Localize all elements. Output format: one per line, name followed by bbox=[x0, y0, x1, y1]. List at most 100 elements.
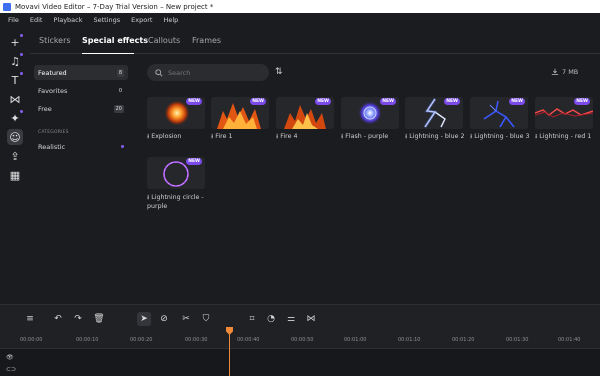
menu-edit[interactable]: Edit bbox=[30, 16, 43, 24]
window-title: Movavi Video Editor – 7-Day Trial Versio… bbox=[15, 2, 214, 11]
ruler-label: 00:01:00 bbox=[344, 337, 367, 343]
tab-stickers[interactable]: Stickers bbox=[39, 36, 71, 45]
effect-thumbnail-lightning-blue-3[interactable]: NEW bbox=[470, 97, 528, 129]
new-badge: NEW bbox=[186, 98, 202, 105]
track-settings-button[interactable]: ≡ bbox=[23, 312, 37, 326]
tool-rail: + ♫ T ⋈ ✦ ☺ ⇪ ▦ bbox=[0, 26, 30, 304]
effect-name: Lightning circle - purple bbox=[147, 194, 204, 210]
music-button[interactable]: ♫ bbox=[7, 53, 23, 69]
category-label: Free bbox=[38, 104, 52, 113]
effect-name: Fire 4 bbox=[280, 133, 298, 140]
category-free[interactable]: Free 20 bbox=[34, 101, 128, 116]
title-bar: Movavi Video Editor – 7-Day Trial Versio… bbox=[0, 0, 600, 13]
visibility-icon[interactable]: 👁 bbox=[6, 354, 14, 361]
redo-icon: ↷ bbox=[74, 314, 82, 324]
menu-file[interactable]: File bbox=[8, 16, 19, 24]
effect-thumbnail-fire-1[interactable]: NEW bbox=[211, 97, 269, 129]
tab-callouts[interactable]: Callouts bbox=[148, 36, 180, 45]
category-sidebar: Featured 8 Favorites 0 Free 20 CATEGORIE… bbox=[30, 54, 135, 304]
effect-name: Lightning - blue 2 bbox=[409, 133, 465, 140]
effect-label: ⭳ Flash - purple bbox=[341, 132, 403, 141]
cursor-icon: ➤ bbox=[140, 314, 148, 324]
search-input[interactable] bbox=[168, 68, 258, 77]
speed-button[interactable]: ◔ bbox=[264, 312, 278, 326]
category-favorites[interactable]: Favorites 0 bbox=[34, 83, 128, 98]
tab-special-effects[interactable]: Special effects bbox=[82, 36, 148, 45]
search-icon bbox=[155, 68, 163, 77]
sort-button[interactable]: ⇅ bbox=[275, 67, 283, 77]
redo-button[interactable]: ↷ bbox=[71, 312, 85, 326]
effect-name: Fire 1 bbox=[215, 133, 233, 140]
effect-thumbnail-lightning-blue-2[interactable]: NEW bbox=[405, 97, 463, 129]
track-area[interactable]: 👁 ⊂⊃ bbox=[0, 348, 600, 376]
effects-tabs: Stickers Special effects Callouts Frames bbox=[30, 26, 600, 54]
speed-icon: ◔ bbox=[267, 314, 275, 324]
category-featured[interactable]: Featured 8 bbox=[34, 65, 128, 80]
sort-icon: ⇅ bbox=[275, 67, 283, 77]
track-settings-icon: ≡ bbox=[26, 314, 34, 324]
effect-label: ⭳ Explosion bbox=[147, 132, 209, 141]
delete-button[interactable]: 🗑 bbox=[92, 312, 106, 326]
menu-settings[interactable]: Settings bbox=[94, 16, 121, 24]
split-button[interactable]: ✂ bbox=[179, 312, 193, 326]
marker-button[interactable]: ⛉ bbox=[199, 312, 213, 326]
ruler-label: 00:00:30 bbox=[185, 337, 208, 343]
select-tool-button[interactable]: ➤ bbox=[137, 312, 151, 326]
new-badge: NEW bbox=[380, 98, 396, 105]
scissors-icon: ✂ bbox=[182, 314, 190, 324]
more-tools-button[interactable]: ▦ bbox=[7, 167, 23, 183]
more-tools-icon: ▦ bbox=[9, 168, 21, 182]
menu-export[interactable]: Export bbox=[131, 16, 152, 24]
titles-button[interactable]: T bbox=[7, 72, 23, 88]
effect-thumbnail-explosion[interactable]: NEW bbox=[147, 97, 205, 129]
stickers-icon: ☺ bbox=[9, 130, 21, 144]
effect-thumbnail-fire-4[interactable]: NEW bbox=[276, 97, 334, 129]
category-label: Realistic bbox=[38, 142, 66, 151]
transition-button[interactable]: ⋈ bbox=[304, 312, 318, 326]
new-badge: NEW bbox=[444, 98, 460, 105]
effect-thumbnail-lightning-red-1[interactable]: NEW bbox=[535, 97, 593, 129]
ruler-label: 00:00:40 bbox=[237, 337, 260, 343]
ruler-label: 00:00:00 bbox=[20, 337, 43, 343]
app-logo-icon bbox=[3, 2, 11, 11]
add-media-button[interactable]: + bbox=[7, 34, 23, 50]
download-size[interactable]: 7 MB bbox=[551, 68, 578, 76]
adjust-button[interactable]: ⚌ bbox=[284, 312, 298, 326]
ruler-label: 00:00:10 bbox=[76, 337, 99, 343]
effect-thumbnail-flash-purple[interactable]: NEW bbox=[341, 97, 399, 129]
effect-label: ⭳ Fire 1 bbox=[211, 132, 273, 141]
crop-button[interactable]: ⌗ bbox=[245, 312, 259, 326]
playhead-line[interactable] bbox=[229, 329, 230, 376]
sliders-icon: ⚌ bbox=[286, 314, 296, 324]
indicator-dot bbox=[20, 34, 23, 37]
new-badge: NEW bbox=[250, 98, 266, 105]
time-ruler[interactable]: 00:00:00 00:00:10 00:00:20 00:00:30 00:0… bbox=[0, 331, 600, 349]
menu-bar: File Edit Playback Settings Export Help bbox=[0, 13, 600, 26]
undo-button[interactable]: ↶ bbox=[51, 312, 65, 326]
transitions-button[interactable]: ⋈ bbox=[7, 91, 23, 107]
ruler-label: 00:01:30 bbox=[506, 337, 529, 343]
blade-tool-button[interactable]: ⊘ bbox=[157, 312, 171, 326]
categories-header: CATEGORIES bbox=[38, 130, 69, 135]
transition-icon: ⋈ bbox=[306, 314, 316, 324]
count-badge: 8 bbox=[116, 68, 124, 77]
search-box[interactable] bbox=[147, 64, 269, 81]
stickers-button[interactable]: ☺ bbox=[7, 129, 23, 145]
music-icon: ♫ bbox=[10, 54, 20, 68]
effect-name: Lightning - red 1 bbox=[539, 133, 592, 140]
filters-button[interactable]: ✦ bbox=[7, 110, 23, 126]
new-badge: NEW bbox=[509, 98, 525, 105]
undo-icon: ↶ bbox=[54, 314, 62, 324]
menu-help[interactable]: Help bbox=[163, 16, 178, 24]
link-icon[interactable]: ⊂⊃ bbox=[6, 366, 16, 373]
blade-icon: ⊘ bbox=[160, 314, 168, 324]
menu-playback[interactable]: Playback bbox=[53, 16, 82, 24]
category-realistic[interactable]: Realistic bbox=[34, 139, 128, 154]
export-tool-button[interactable]: ⇪ bbox=[7, 148, 23, 164]
effect-label: ⭳ Lightning - blue 2 bbox=[405, 132, 467, 141]
effect-label: ⭳ Lightning - red 1 bbox=[535, 132, 597, 141]
effect-thumbnail-lightning-circle-purple[interactable]: NEW bbox=[147, 157, 205, 189]
tab-frames[interactable]: Frames bbox=[192, 36, 221, 45]
effect-label: ⭳ Lightning circle - purple bbox=[147, 193, 209, 211]
indicator-dot bbox=[20, 53, 23, 56]
